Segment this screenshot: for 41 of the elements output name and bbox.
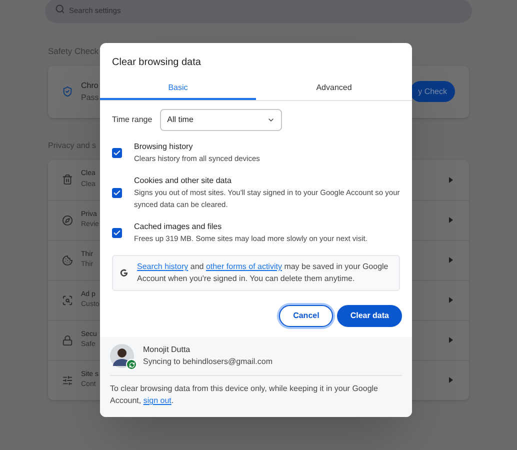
- trash-icon: [62, 174, 73, 186]
- checkbox[interactable]: [112, 188, 122, 198]
- time-range-label: Time range: [112, 114, 152, 126]
- sync-badge-icon: [126, 359, 137, 370]
- chevron-icon[interactable]: [449, 297, 453, 304]
- chevron-icon[interactable]: [449, 377, 453, 384]
- search-icon: [55, 4, 65, 14]
- tab[interactable]: Basic: [100, 78, 256, 100]
- link[interactable]: other forms of activity: [206, 262, 282, 271]
- shield-icon: [62, 86, 73, 98]
- chevron-icon[interactable]: [449, 257, 453, 264]
- tab[interactable]: Advanced: [256, 78, 412, 100]
- lock-icon: [62, 334, 73, 346]
- sliders-icon: [62, 374, 73, 386]
- chevron-icon[interactable]: [449, 217, 453, 224]
- avatar-icon: [110, 344, 134, 368]
- cookie-icon: [62, 254, 73, 266]
- account-status: Syncing to behindlosers@gmail.com: [143, 356, 273, 368]
- magnifier-icon: [62, 294, 73, 306]
- dialog-title: Clear browsing data: [111, 56, 202, 70]
- option-title: Cached images and files: [134, 221, 223, 233]
- time-range-dropdown[interactable]: All time: [160, 109, 282, 131]
- checkbox[interactable]: [112, 148, 122, 158]
- notice-text: Search history and other forms of activity may be saved in your Google Account when you're signed in. You can delete them anytime.: [137, 261, 390, 285]
- chevron-icon[interactable]: [449, 176, 453, 183]
- option-title: Browsing history: [134, 141, 194, 153]
- cancel-button[interactable]: Cancel: [279, 305, 334, 327]
- checkbox[interactable]: [112, 228, 122, 238]
- chevron-icon[interactable]: [449, 337, 453, 344]
- safety-check-button[interactable]: y Check: [410, 81, 455, 102]
- card-subtitle: Pass: [81, 92, 99, 104]
- clear-data-button[interactable]: Clear data: [337, 305, 402, 327]
- account-name: Monojit Dutta: [143, 344, 192, 356]
- caret-icon: [267, 116, 276, 124]
- link[interactable]: Search history: [137, 262, 188, 271]
- footer-text: To clear browsing data from this device only, while keeping it in your Google Account, sign out.: [110, 383, 379, 407]
- compass-icon: [62, 214, 73, 226]
- google-icon: [119, 268, 129, 278]
- link[interactable]: sign out: [143, 396, 172, 405]
- card-title: Chro: [81, 80, 99, 92]
- option-title: Cookies and other site data: [134, 175, 232, 187]
